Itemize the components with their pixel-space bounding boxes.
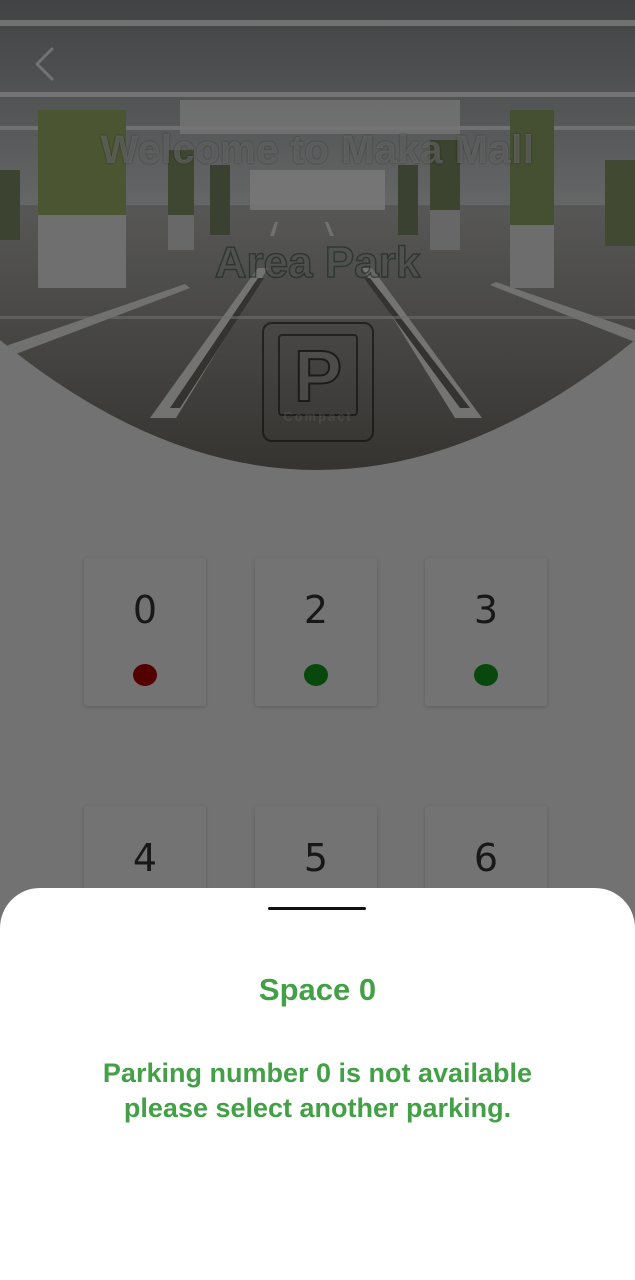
- space-number: 6: [473, 836, 499, 880]
- parking-sign-logo: P Compact: [262, 322, 374, 442]
- parking-space-screen: Welcome to Maka Mall Area Park P Compact…: [0, 0, 635, 1280]
- space-number: 0: [132, 588, 158, 632]
- space-status-bottom-sheet: Space 0 Parking number 0 is not availabl…: [0, 888, 635, 1280]
- space-card-3[interactable]: 3: [425, 558, 547, 706]
- space-card-2[interactable]: 2: [255, 558, 377, 706]
- space-number: 2: [303, 588, 329, 632]
- space-card-0[interactable]: 0: [84, 558, 206, 706]
- parking-p-letter: P: [278, 334, 358, 418]
- parking-garage-hero: Welcome to Maka Mall Area Park P Compact: [0, 0, 635, 480]
- sheet-title: Space 0: [258, 972, 377, 1007]
- space-number: 5: [303, 836, 329, 880]
- chevron-left-icon: [32, 46, 56, 82]
- parking-sign-caption: Compact: [283, 409, 353, 424]
- space-number: 3: [473, 588, 499, 632]
- status-dot-unavailable: [133, 664, 157, 686]
- area-park-subtitle: Area Park: [214, 237, 421, 288]
- status-dot-available: [474, 664, 498, 686]
- sheet-message: Parking number 0 is not available please…: [102, 1058, 533, 1123]
- welcome-title: Welcome to Maka Mall: [100, 128, 535, 172]
- back-button[interactable]: [24, 40, 64, 88]
- status-dot-available: [304, 664, 328, 686]
- space-number: 4: [132, 836, 158, 880]
- sheet-drag-handle[interactable]: [268, 907, 366, 910]
